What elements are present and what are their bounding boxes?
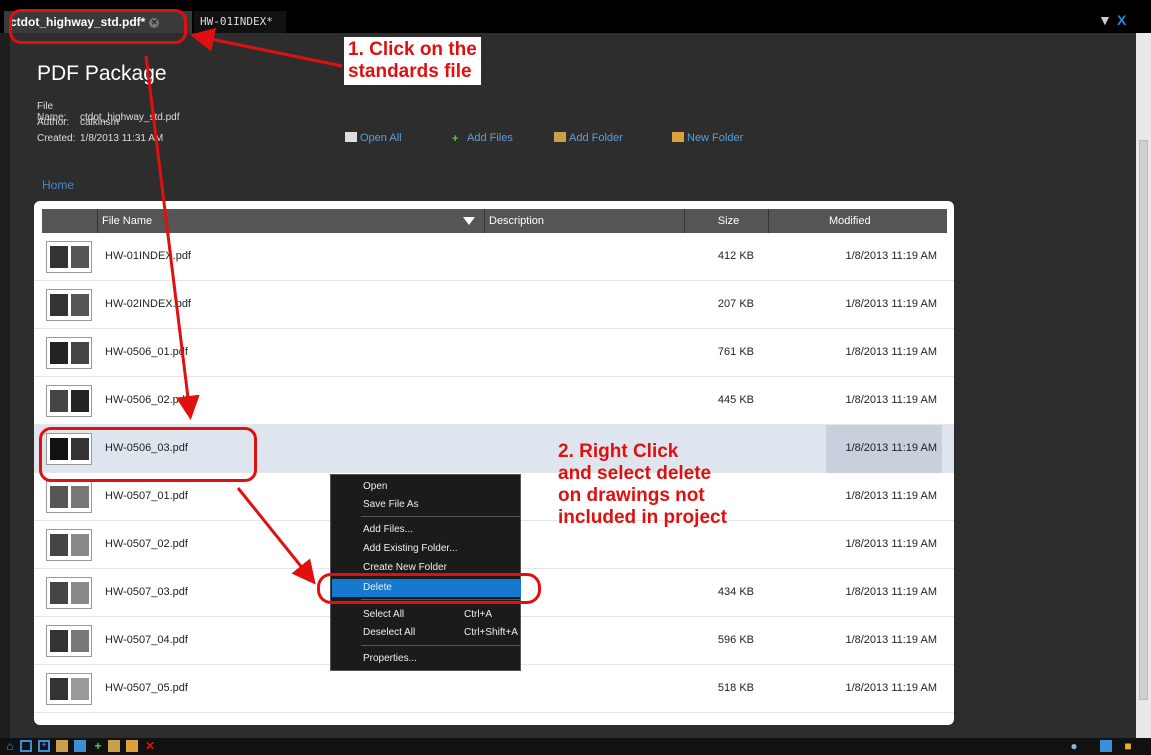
- file-modified: 1/8/2013 11:19 AM: [845, 634, 937, 646]
- lock-icon[interactable]: ■: [1122, 740, 1134, 752]
- save-icon[interactable]: [74, 740, 86, 752]
- add-files-icon: +: [452, 133, 459, 145]
- file-name: HW-0507_02.pdf: [105, 538, 188, 550]
- menu-item-save-file-as[interactable]: Save File As: [332, 496, 521, 514]
- add-folder-button[interactable]: Add Folder: [554, 132, 623, 144]
- file-name: HW-02INDEX.pdf: [105, 298, 191, 310]
- new-folder-button[interactable]: New Folder: [672, 132, 743, 144]
- add-files-button[interactable]: + Add Files: [452, 132, 513, 145]
- annotation-ring-delete: [317, 573, 541, 604]
- menu-item-properties[interactable]: Properties...: [332, 650, 521, 668]
- menu-separator: [361, 516, 521, 517]
- new-folder-icon[interactable]: [126, 740, 138, 752]
- file-thumbnail: [46, 577, 92, 609]
- file-modified: 1/8/2013 11:19 AM: [845, 490, 937, 502]
- new-folder-icon: [672, 132, 684, 142]
- add-icon[interactable]: +: [92, 740, 104, 752]
- scrollbar-thumb[interactable]: [1139, 140, 1148, 700]
- menu-item-create-new-folder[interactable]: Create New Folder: [332, 559, 521, 570]
- menu-item-add-existing-folder[interactable]: Add Existing Folder...: [332, 540, 521, 558]
- add-folder-icon: [554, 132, 566, 142]
- table-header: File Name Description Size Modified: [42, 209, 947, 233]
- file-modified: 1/8/2013 11:19 AM: [845, 586, 937, 598]
- annotation-step2: 2. Right Click and select delete on draw…: [558, 441, 727, 528]
- file-modified: 1/8/2013 11:19 AM: [845, 394, 937, 406]
- menu-item-select-all[interactable]: Select All Ctrl+A: [332, 606, 521, 624]
- file-name: HW-0507_03.pdf: [105, 586, 188, 598]
- file-name: HW-01INDEX.pdf: [105, 250, 191, 262]
- file-size: 412 KB: [717, 250, 754, 262]
- file-size: 445 KB: [717, 394, 754, 406]
- table-row[interactable]: HW-01INDEX.pdf 412 KB 1/8/2013 11:19 AM: [34, 233, 954, 281]
- menu-separator: [361, 645, 521, 646]
- file-modified: 1/8/2013 11:19 AM: [845, 346, 937, 358]
- add-folder-icon[interactable]: [108, 740, 120, 752]
- document-icon[interactable]: [1100, 740, 1112, 752]
- file-size: 434 KB: [717, 586, 754, 598]
- file-name: HW-0507_04.pdf: [105, 634, 188, 646]
- file-name: HW-0506_02.pdf: [105, 394, 188, 406]
- menu-item-open[interactable]: Open: [332, 478, 521, 496]
- open-all-icon: [345, 132, 357, 142]
- shortcut: Ctrl+A: [464, 609, 493, 620]
- created-meta: Created: 1/8/2013 11:31 AM: [37, 133, 164, 144]
- table-row[interactable]: HW-0506_01.pdf 761 KB 1/8/2013 11:19 AM: [34, 329, 954, 377]
- file-size: 761 KB: [717, 346, 754, 358]
- tab-hw-01index[interactable]: HW-01INDEX*: [194, 11, 286, 33]
- column-file-name[interactable]: File Name: [97, 209, 484, 233]
- table-row[interactable]: HW-0506_02.pdf 445 KB 1/8/2013 11:19 AM: [34, 377, 954, 425]
- file-modified: 1/8/2013 11:19 AM: [845, 538, 937, 550]
- file-modified: 1/8/2013 11:19 AM: [845, 298, 937, 310]
- file-thumbnail: [46, 385, 92, 417]
- file-name: HW-0507_01.pdf: [105, 490, 188, 502]
- column-size[interactable]: Size: [684, 209, 768, 233]
- column-modified[interactable]: Modified: [768, 209, 947, 233]
- file-modified: 1/8/2013 11:19 AM: [845, 250, 937, 262]
- annotation-ring-row: [39, 427, 257, 482]
- menu-item-deselect-all[interactable]: Deselect All Ctrl+Shift+A: [332, 624, 521, 642]
- expand-icon[interactable]: +: [38, 740, 50, 752]
- file-thumbnail: [46, 241, 92, 273]
- file-name: HW-0507_05.pdf: [105, 682, 188, 694]
- annotation-step1: 1. Click on the standards file: [344, 37, 481, 85]
- delete-icon[interactable]: ✕: [144, 740, 156, 752]
- file-size: 207 KB: [717, 298, 754, 310]
- file-size: 596 KB: [717, 634, 754, 646]
- sort-arrow-icon: [463, 217, 475, 225]
- folder-icon[interactable]: [56, 740, 68, 752]
- file-thumbnail: [46, 625, 92, 657]
- shortcut: Ctrl+Shift+A: [464, 627, 518, 638]
- dropdown-icon[interactable]: ▼: [1098, 12, 1112, 28]
- author-meta: Author: calkinsm: [37, 117, 119, 128]
- file-thumbnail: [46, 481, 92, 513]
- open-all-button[interactable]: Open All: [345, 132, 402, 144]
- file-modified: 1/8/2013 11:19 AM: [845, 682, 937, 694]
- file-modified: 1/8/2013 11:19 AM: [845, 442, 937, 454]
- close-window-icon[interactable]: X: [1117, 12, 1126, 28]
- table-row[interactable]: HW-02INDEX.pdf 207 KB 1/8/2013 11:19 AM: [34, 281, 954, 329]
- bottom-toolbar: ⌂ + + ✕ ● ■: [0, 738, 1151, 755]
- file-size: 518 KB: [717, 682, 754, 694]
- file-thumbnail: [46, 529, 92, 561]
- breadcrumb-home[interactable]: Home: [42, 178, 74, 192]
- annotation-ring-tab: [9, 9, 187, 44]
- file-thumbnail: [46, 673, 92, 705]
- page-title: PDF Package: [37, 62, 167, 85]
- column-description[interactable]: Description: [484, 209, 684, 233]
- home-icon[interactable]: ⌂: [4, 740, 16, 752]
- file-thumbnail: [46, 337, 92, 369]
- tab-label: HW-01INDEX*: [200, 15, 273, 28]
- left-edge: [0, 33, 10, 738]
- table-row[interactable]: HW-0507_05.pdf 518 KB 1/8/2013 11:19 AM: [34, 665, 954, 713]
- collapse-icon[interactable]: [20, 740, 32, 752]
- file-thumbnail: [46, 289, 92, 321]
- file-name: HW-0506_01.pdf: [105, 346, 188, 358]
- menu-item-add-files[interactable]: Add Files...: [332, 521, 521, 539]
- user-icon[interactable]: ●: [1068, 740, 1080, 752]
